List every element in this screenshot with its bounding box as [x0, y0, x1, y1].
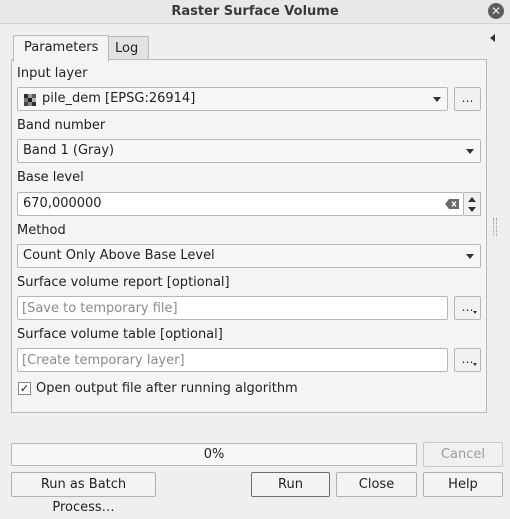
raster-layer-icon — [24, 94, 36, 106]
collapse-panel-icon[interactable] — [490, 34, 495, 42]
method-combo[interactable]: Count Only Above Base Level — [17, 244, 481, 268]
chevron-down-icon — [473, 311, 477, 314]
band-number-combo[interactable]: Band 1 (Gray) — [17, 139, 481, 163]
report-label: Surface volume report [optional] — [17, 275, 230, 290]
chevron-down-icon — [433, 97, 441, 102]
method-label: Method — [17, 223, 66, 238]
dialog-window: Raster Surface Volume ✕ Parameters Log I… — [0, 0, 510, 515]
base-level-value: 670,000000 — [23, 196, 102, 211]
close-icon[interactable]: ✕ — [488, 3, 504, 19]
band-number-label: Band number — [17, 118, 106, 133]
input-layer-label: Input layer — [17, 66, 88, 81]
chevron-down-icon — [466, 149, 474, 154]
base-level-input[interactable]: 670,000000 — [17, 192, 464, 216]
method-value: Count Only Above Base Level — [23, 248, 215, 263]
input-layer-combo[interactable]: pile_dem [EPSG:26914] — [17, 87, 448, 111]
spin-up-icon[interactable] — [468, 197, 476, 202]
tab-parameters[interactable]: Parameters — [13, 35, 110, 62]
progress-bar: 0% — [11, 443, 417, 466]
close-button[interactable]: Close — [336, 472, 417, 497]
input-layer-browse-button[interactable]: … — [454, 87, 481, 111]
table-output-field[interactable] — [17, 348, 448, 372]
spin-down-icon[interactable] — [468, 207, 476, 212]
table-browse-label: … — [461, 352, 474, 366]
batch-process-button[interactable]: Run as Batch Process… — [11, 472, 156, 515]
base-level-stepper[interactable] — [464, 192, 481, 216]
input-layer-value: pile_dem [EPSG:26914] — [42, 91, 196, 106]
base-level-label: Base level — [17, 170, 84, 185]
chevron-down-icon — [466, 254, 474, 259]
band-number-value: Band 1 (Gray) — [23, 143, 115, 158]
open-output-checkbox[interactable]: ✓ — [18, 382, 31, 395]
open-output-label[interactable]: Open output file after running algorithm — [36, 381, 298, 396]
table-browse-button[interactable]: … — [454, 348, 481, 372]
splitter-handle[interactable] — [493, 218, 497, 236]
report-browse-button[interactable]: … — [454, 296, 481, 320]
chevron-down-icon — [473, 363, 477, 366]
window-title: Raster Surface Volume — [171, 4, 339, 19]
help-button[interactable]: Help — [423, 472, 503, 497]
title-bar[interactable]: Raster Surface Volume ✕ — [0, 0, 510, 24]
cancel-button[interactable]: Cancel — [423, 442, 503, 467]
clear-icon[interactable] — [445, 199, 459, 209]
report-browse-label: … — [461, 300, 474, 314]
table-label: Surface volume table [optional] — [17, 327, 223, 342]
report-output-field[interactable] — [17, 296, 448, 320]
run-button[interactable]: Run — [251, 472, 330, 497]
